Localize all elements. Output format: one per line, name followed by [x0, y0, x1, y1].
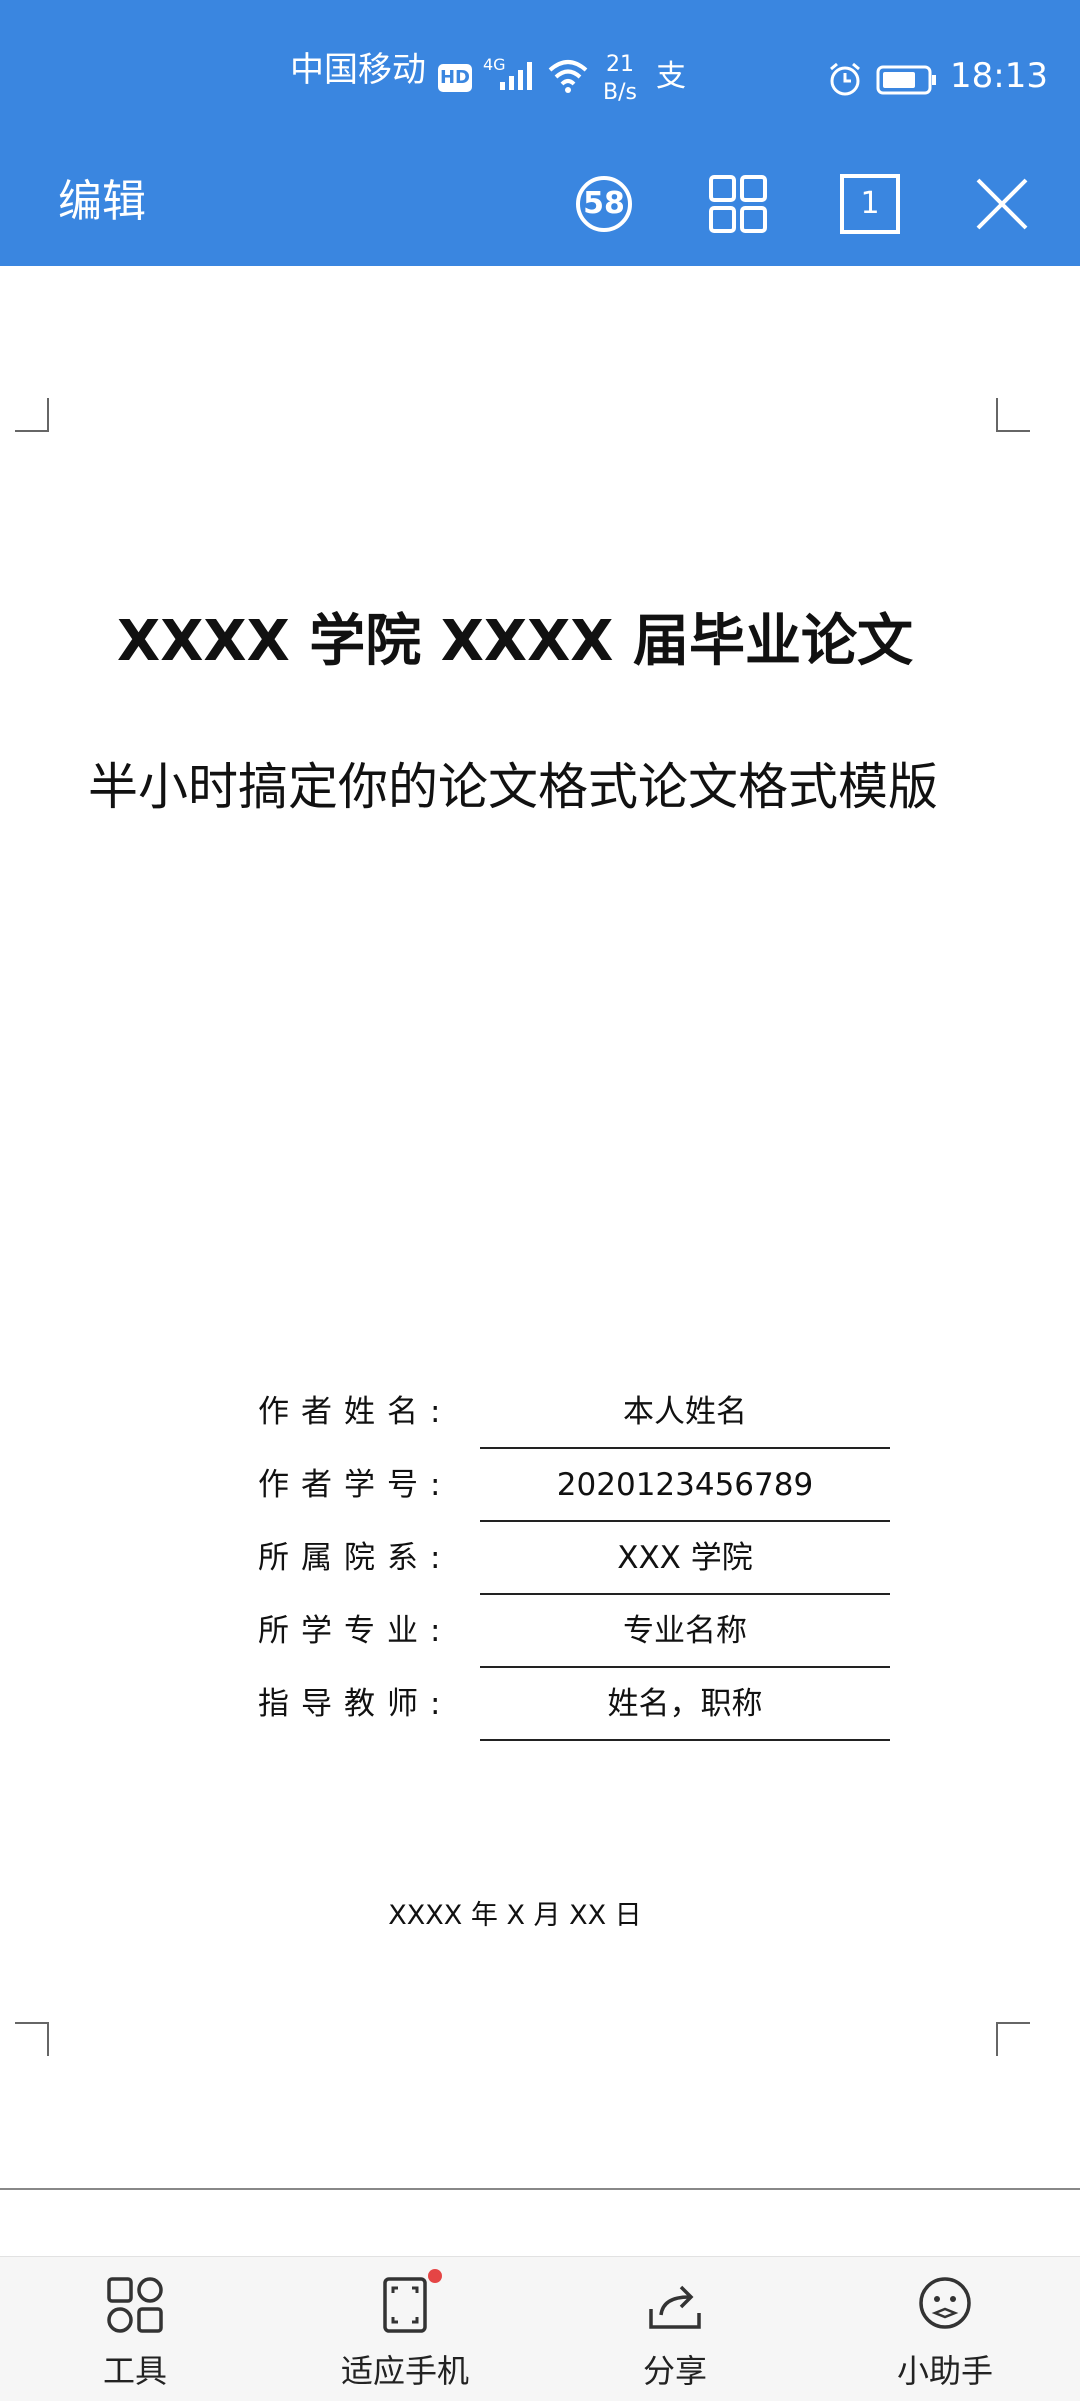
document-title: XXXX 学院 XXXX 届毕业论文: [117, 609, 913, 674]
info-row-major: 所学专业: 专业名称: [258, 1595, 892, 1668]
share-button[interactable]: 分享: [580, 2257, 770, 2401]
info-value: 本人姓名: [623, 1394, 747, 1430]
share-icon: [649, 2285, 701, 2329]
app-toolbar: 编辑 58 1: [0, 150, 1080, 266]
alarm-icon: [826, 60, 864, 107]
info-value: XXX 学院: [617, 1540, 753, 1576]
page-count-icon: 1: [840, 174, 900, 234]
grid-view-icon: [709, 175, 767, 233]
notification-dot: [428, 2269, 442, 2283]
document-subtitle: 半小时搞定你的论文格式论文格式模版: [88, 758, 938, 816]
page-corner-mark: [15, 2022, 49, 2056]
fit-screen-label: 适应手机: [340, 2352, 469, 2390]
close-icon: [976, 178, 1028, 230]
page-corner-mark: [15, 398, 49, 432]
page-corner-mark: [996, 2022, 1030, 2056]
app-header: 中国移动 HD 4G 21 B/s 支 18:13 编辑 58 1: [0, 0, 1080, 266]
assistant-icon: [919, 2277, 971, 2329]
info-value: 姓名，职称: [607, 1686, 763, 1722]
document-page[interactable]: XXXX 学院 XXXX 届毕业论文 半小时搞定你的论文格式论文格式模版 作者姓…: [0, 266, 1080, 2190]
assistant-label: 小助手: [896, 2352, 993, 2390]
info-label: 所学专业:: [258, 1613, 453, 1649]
info-label: 作者学号:: [258, 1467, 453, 1503]
notification-count-button[interactable]: 58: [564, 164, 644, 244]
tools-icon: [107, 2277, 163, 2333]
wifi-icon: [546, 58, 590, 103]
info-row-advisor: 指导教师: 姓名，职称: [258, 1668, 892, 1741]
info-row-author-name: 作者姓名: 本人姓名: [258, 1376, 892, 1449]
close-button[interactable]: [962, 164, 1042, 244]
fit-screen-button[interactable]: 适应手机: [310, 2257, 500, 2401]
info-label: 所属院系:: [258, 1540, 453, 1576]
assistant-button[interactable]: 小助手: [850, 2257, 1040, 2401]
network-speed-unit: B/s: [603, 80, 637, 105]
info-label: 作者姓名:: [258, 1394, 453, 1430]
carrier-name: 中国移动: [290, 50, 426, 90]
signal-icon: [498, 58, 540, 101]
page-divider: [0, 2188, 1080, 2190]
notification-count-icon: 58: [576, 176, 632, 232]
status-bar: 中国移动 HD 4G 21 B/s 支 18:13: [0, 0, 1080, 150]
info-value: 专业名称: [623, 1613, 747, 1649]
grid-view-button[interactable]: [698, 164, 778, 244]
info-row-department: 所属院系: XXX 学院: [258, 1522, 892, 1595]
info-row-student-id: 作者学号: 2020123456789: [258, 1449, 892, 1522]
edit-button[interactable]: 编辑: [58, 172, 146, 232]
page-corner-mark: [996, 398, 1030, 432]
status-time: 18:13: [950, 56, 1048, 96]
alipay-icon: 支: [656, 59, 686, 94]
tools-button[interactable]: 工具: [40, 2257, 230, 2401]
network-speed-value: 21: [606, 52, 634, 77]
page-count-button[interactable]: 1: [830, 164, 910, 244]
info-label: 指导教师:: [258, 1686, 453, 1722]
battery-icon: [876, 64, 938, 104]
fit-screen-icon: [383, 2277, 427, 2333]
document-date: XXXX 年 X 月 XX 日: [388, 1900, 642, 1931]
tools-label: 工具: [102, 2352, 167, 2390]
info-value: 2020123456789: [556, 1467, 814, 1503]
underline: [480, 1739, 890, 1741]
share-label: 分享: [642, 2352, 707, 2390]
hd-badge: HD: [438, 64, 472, 92]
bottom-toolbar: 工具 适应手机 分享 小助手: [0, 2256, 1080, 2401]
